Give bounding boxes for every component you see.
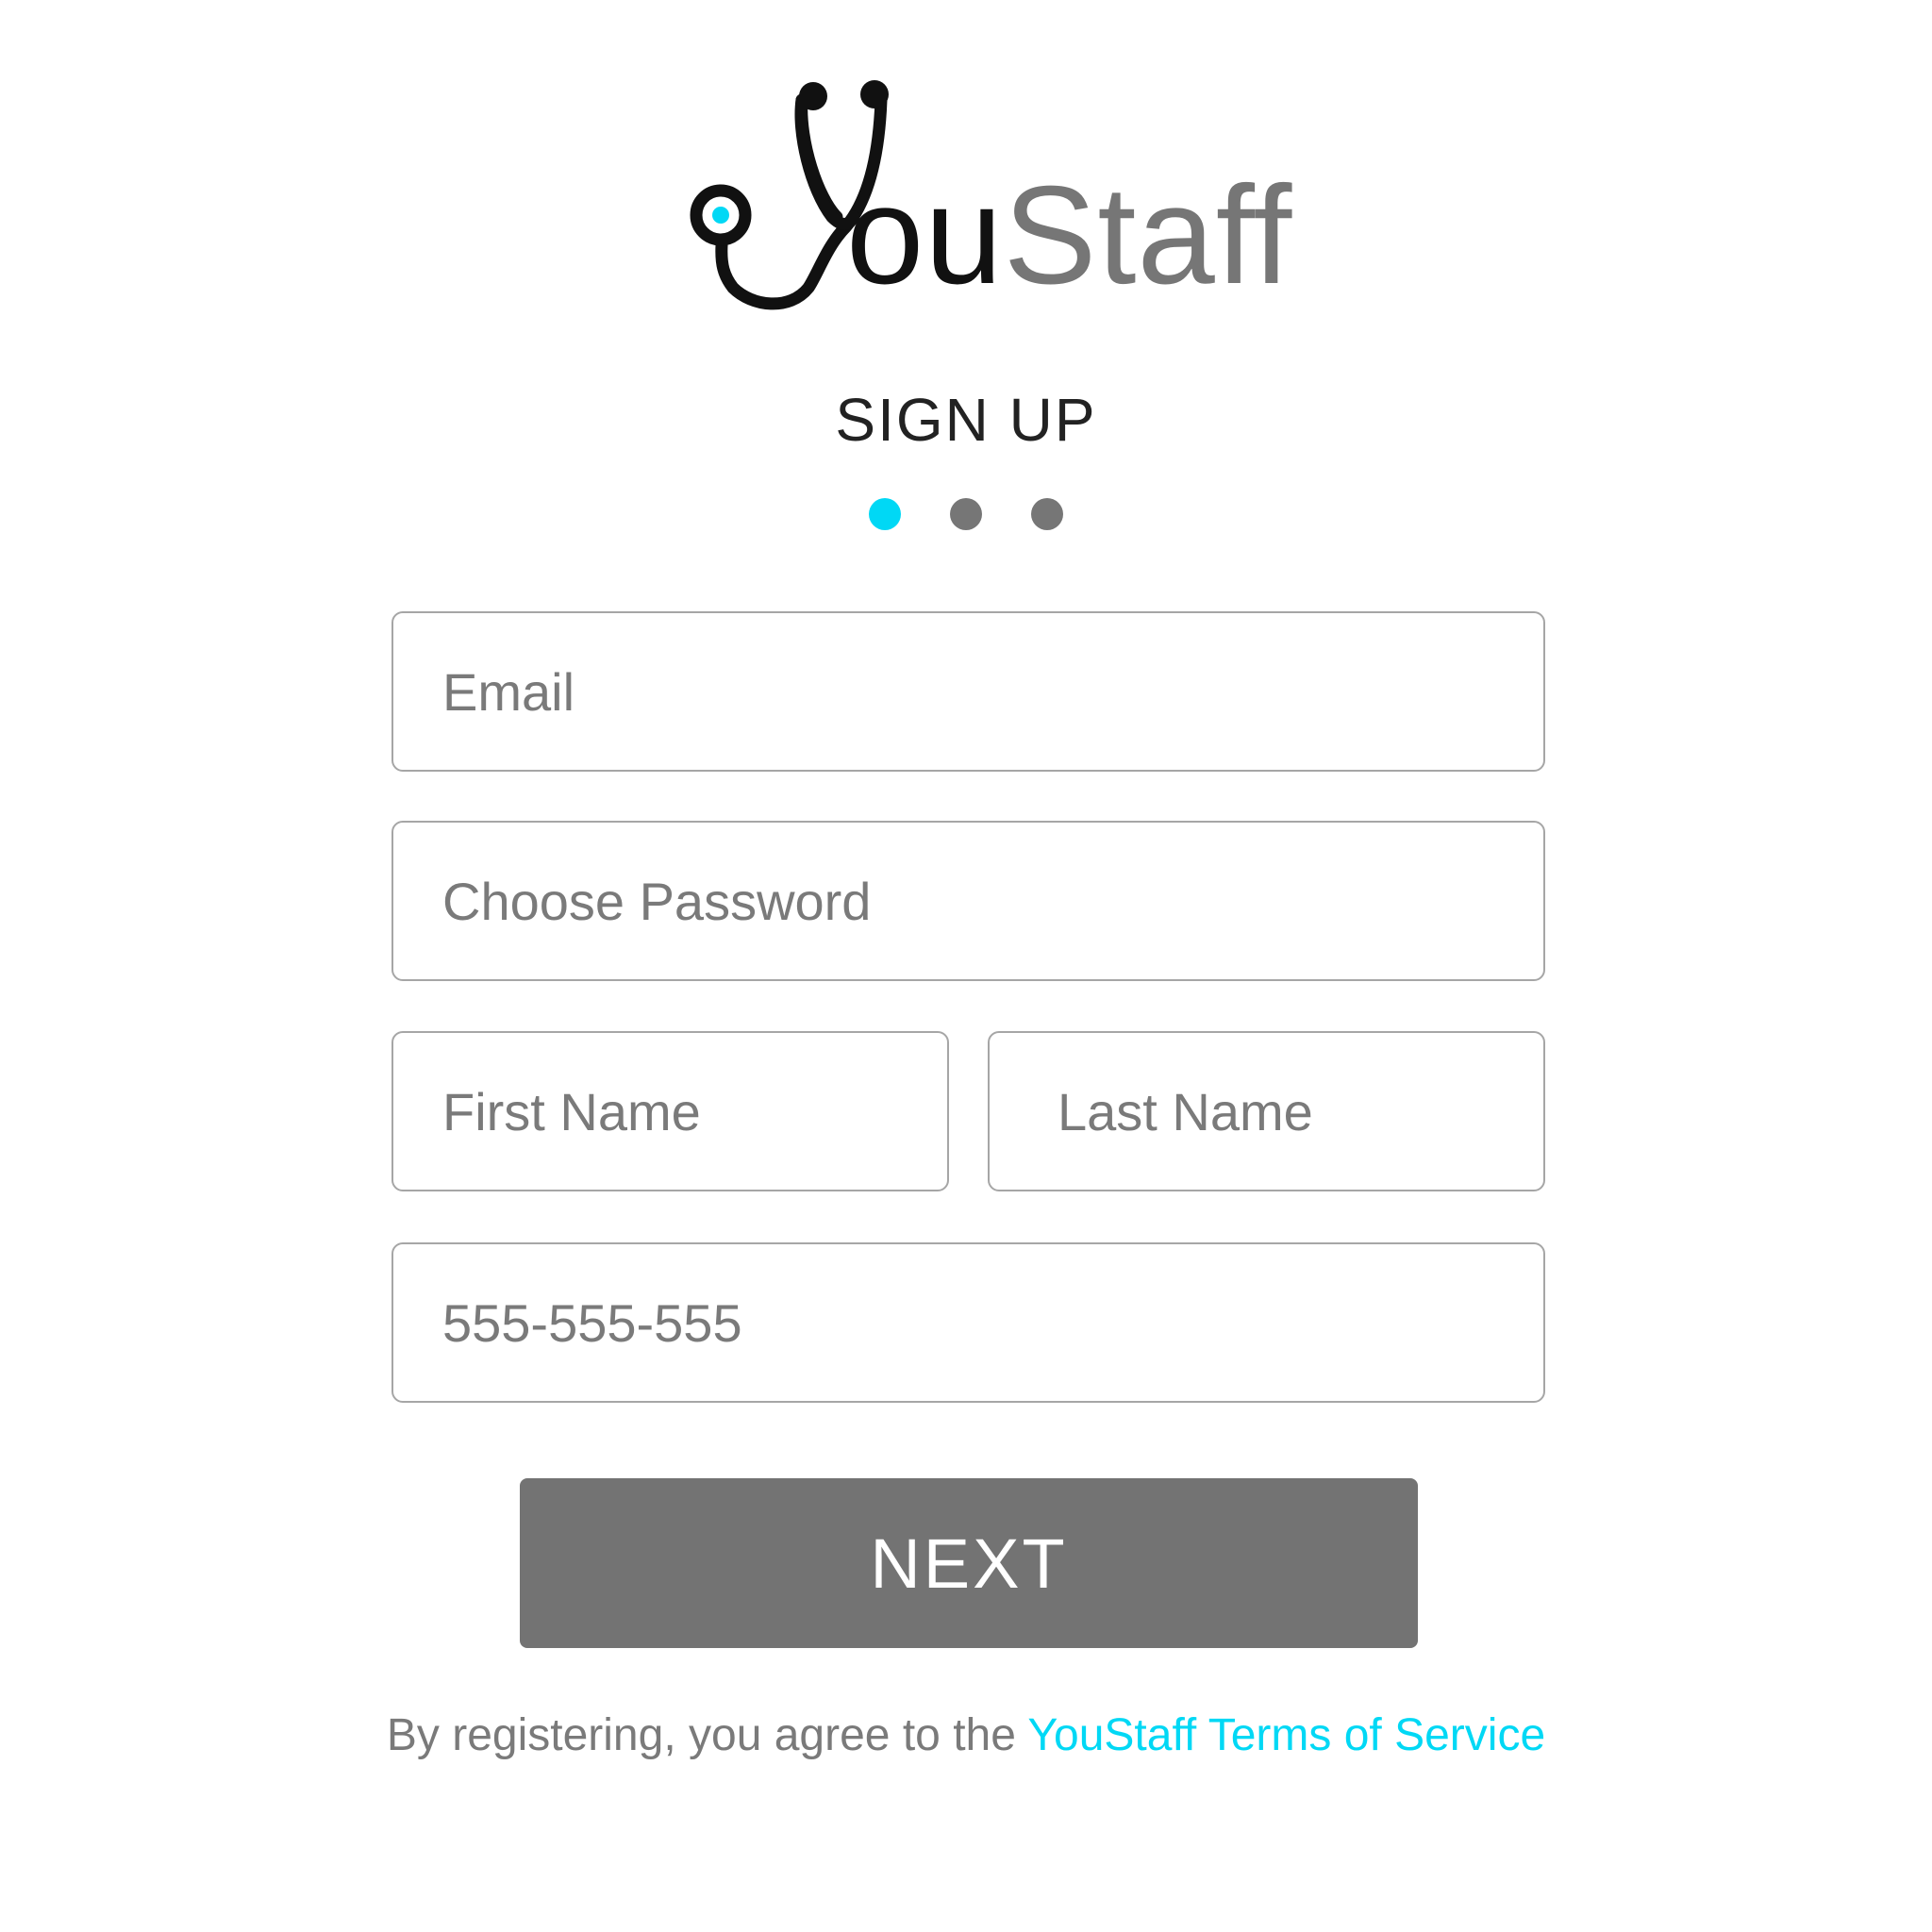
- youstaff-logo: ouStaff: [686, 75, 1291, 321]
- logo-wordmark: ouStaff: [846, 166, 1292, 306]
- step-dot-2: [950, 498, 982, 530]
- logo-wordmark-dark: ou: [846, 158, 1004, 313]
- step-dot-1: [869, 498, 901, 530]
- email-field[interactable]: [391, 611, 1545, 772]
- next-button[interactable]: NEXT: [520, 1478, 1418, 1648]
- terms-prefix: By registering, you agree to the: [386, 1710, 1028, 1760]
- last-name-field[interactable]: [988, 1031, 1545, 1191]
- password-field[interactable]: [391, 821, 1545, 981]
- step-indicator: [0, 498, 1932, 530]
- step-dot-3: [1031, 498, 1063, 530]
- terms-of-service-link[interactable]: YouStaff Terms of Service: [1027, 1710, 1545, 1760]
- phone-field[interactable]: [391, 1242, 1545, 1403]
- logo-wordmark-light: Staff: [1003, 158, 1293, 313]
- terms-notice: By registering, you agree to the YouStaf…: [0, 1709, 1932, 1761]
- first-name-field[interactable]: [391, 1031, 949, 1191]
- page-title: SIGN UP: [835, 386, 1097, 454]
